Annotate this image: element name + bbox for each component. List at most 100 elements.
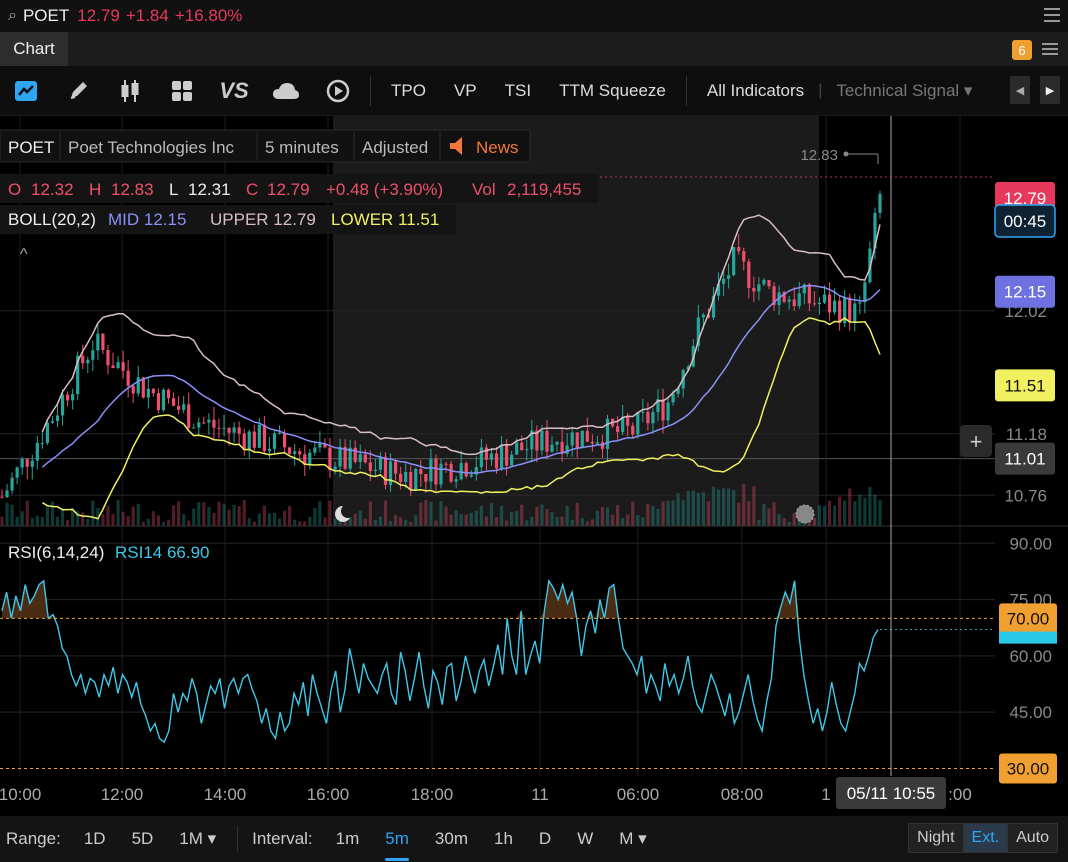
session-auto[interactable]: Auto [1007,824,1057,852]
search-icon[interactable]: ⌕ [8,7,17,25]
volume-bar [146,518,150,526]
candle-body [414,468,418,490]
volume-bar [141,521,145,526]
volume-bar [267,513,272,526]
add-alert-button[interactable]: + [960,425,992,457]
all-indicators-link[interactable]: All Indicators [693,81,818,101]
candle-body [45,422,50,443]
volume-bar [161,521,166,526]
volume-bar [303,521,307,526]
volume-bar [711,486,716,526]
candle-body [721,278,726,284]
session-night[interactable]: Night [909,824,963,852]
scroll-right-button[interactable]: ▶ [1040,76,1060,104]
volume-bar [721,488,726,526]
svg-text:05/11 10:55: 05/11 10:55 [847,784,936,803]
candle-body [454,479,458,482]
volume-bar [217,501,221,526]
volume-bar [252,521,256,526]
candle-body [318,443,322,448]
candle-body [449,463,453,482]
candle-body [590,441,594,444]
volume-bar [40,516,44,526]
technical-signal-dropdown[interactable]: Technical Signal ▾ [822,81,986,101]
candle-body [636,412,640,435]
volume-bar [363,518,367,526]
candle-body [308,452,312,465]
candle-body [232,427,236,433]
interval-d[interactable]: D [526,829,564,849]
volume-bar [681,500,685,526]
volume-bar [20,511,24,526]
symbol[interactable]: POET [23,6,69,26]
drawing-pen-icon[interactable] [52,66,104,116]
ttm-squeeze-link[interactable]: TTM Squeeze [545,81,680,101]
volume-bar [353,513,357,526]
interval-5m[interactable]: 5m [372,829,422,861]
volume-bar [247,518,251,526]
volume-bar [510,512,514,526]
rsi-current-marker [999,631,1057,644]
volume-bar [414,515,418,526]
range-1d[interactable]: 1D [71,829,119,849]
candle-body [732,246,736,276]
tab-chart[interactable]: Chart [0,32,68,66]
candle-body [444,463,448,465]
candlestick-icon[interactable] [104,66,156,116]
hamburger-menu-icon[interactable] [1044,8,1060,22]
range-1m-dropdown[interactable]: 1M ▾ [166,829,229,849]
legend-interval[interactable]: 5 minutes [265,138,339,157]
interval-w[interactable]: W [564,829,606,849]
high-marker-label: 12.83 [800,147,838,164]
notification-badge[interactable]: 6 [1012,40,1032,60]
interval-30m[interactable]: 30m [422,829,481,849]
candle-body [313,447,317,453]
vp-link[interactable]: VP [440,81,491,101]
volume-bar [812,517,817,526]
volume-bar [222,503,226,526]
candle-body [832,300,837,313]
volume-bar [116,500,120,526]
volume-bar [767,508,771,526]
volume-bar [595,511,600,526]
candle-body [626,416,630,426]
candle-body [863,282,867,303]
grid-layout-icon[interactable] [156,66,208,116]
volume-bar [5,502,9,526]
candle-body [151,388,155,394]
session-ext[interactable]: Ext. [962,824,1008,852]
candle-body [101,333,105,350]
volume-bar [187,520,191,526]
range-5d[interactable]: 5D [119,829,167,849]
volume-bar [515,511,519,526]
legend-news[interactable]: News [476,138,519,157]
volume-bar [646,504,650,526]
volume-bar [0,516,4,526]
scroll-left-button[interactable]: ◀ [1010,76,1030,104]
candle-body [494,453,499,469]
svg-text:O 12.32 H 12: O 12.32 H 12.83 L 12.31 C 12.79 +0.48 (+… [8,180,581,199]
candle-body [378,456,383,470]
tpo-link[interactable]: TPO [377,81,440,101]
replay-icon[interactable] [312,66,364,116]
candle-body [35,442,39,461]
candle-body [272,433,277,449]
legend-symbol[interactable]: POET [8,138,54,157]
compare-vs-icon[interactable]: VS [208,66,260,116]
interval-m-dropdown[interactable]: M ▾ [606,829,659,849]
volume-bar [111,514,115,526]
volume-bar [575,502,579,526]
interval-1h[interactable]: 1h [481,829,526,849]
tsi-link[interactable]: TSI [491,81,545,101]
cloud-icon[interactable] [260,66,312,116]
candle-body [161,389,166,411]
legend-adjusted[interactable]: Adjusted [362,138,428,157]
collapse-caret-icon[interactable]: ^ [20,246,28,263]
list-icon[interactable] [1042,43,1058,55]
candle-body [742,251,746,262]
chart-style-icon[interactable] [0,66,52,116]
interval-1m[interactable]: 1m [323,829,373,849]
rsi-tick-label: 45.00 [1009,703,1052,722]
price-chart[interactable]: ^ 12.83 12.0211.1810.76 12.79 00:45 12.1… [0,116,1068,816]
volume-bar [237,506,241,526]
